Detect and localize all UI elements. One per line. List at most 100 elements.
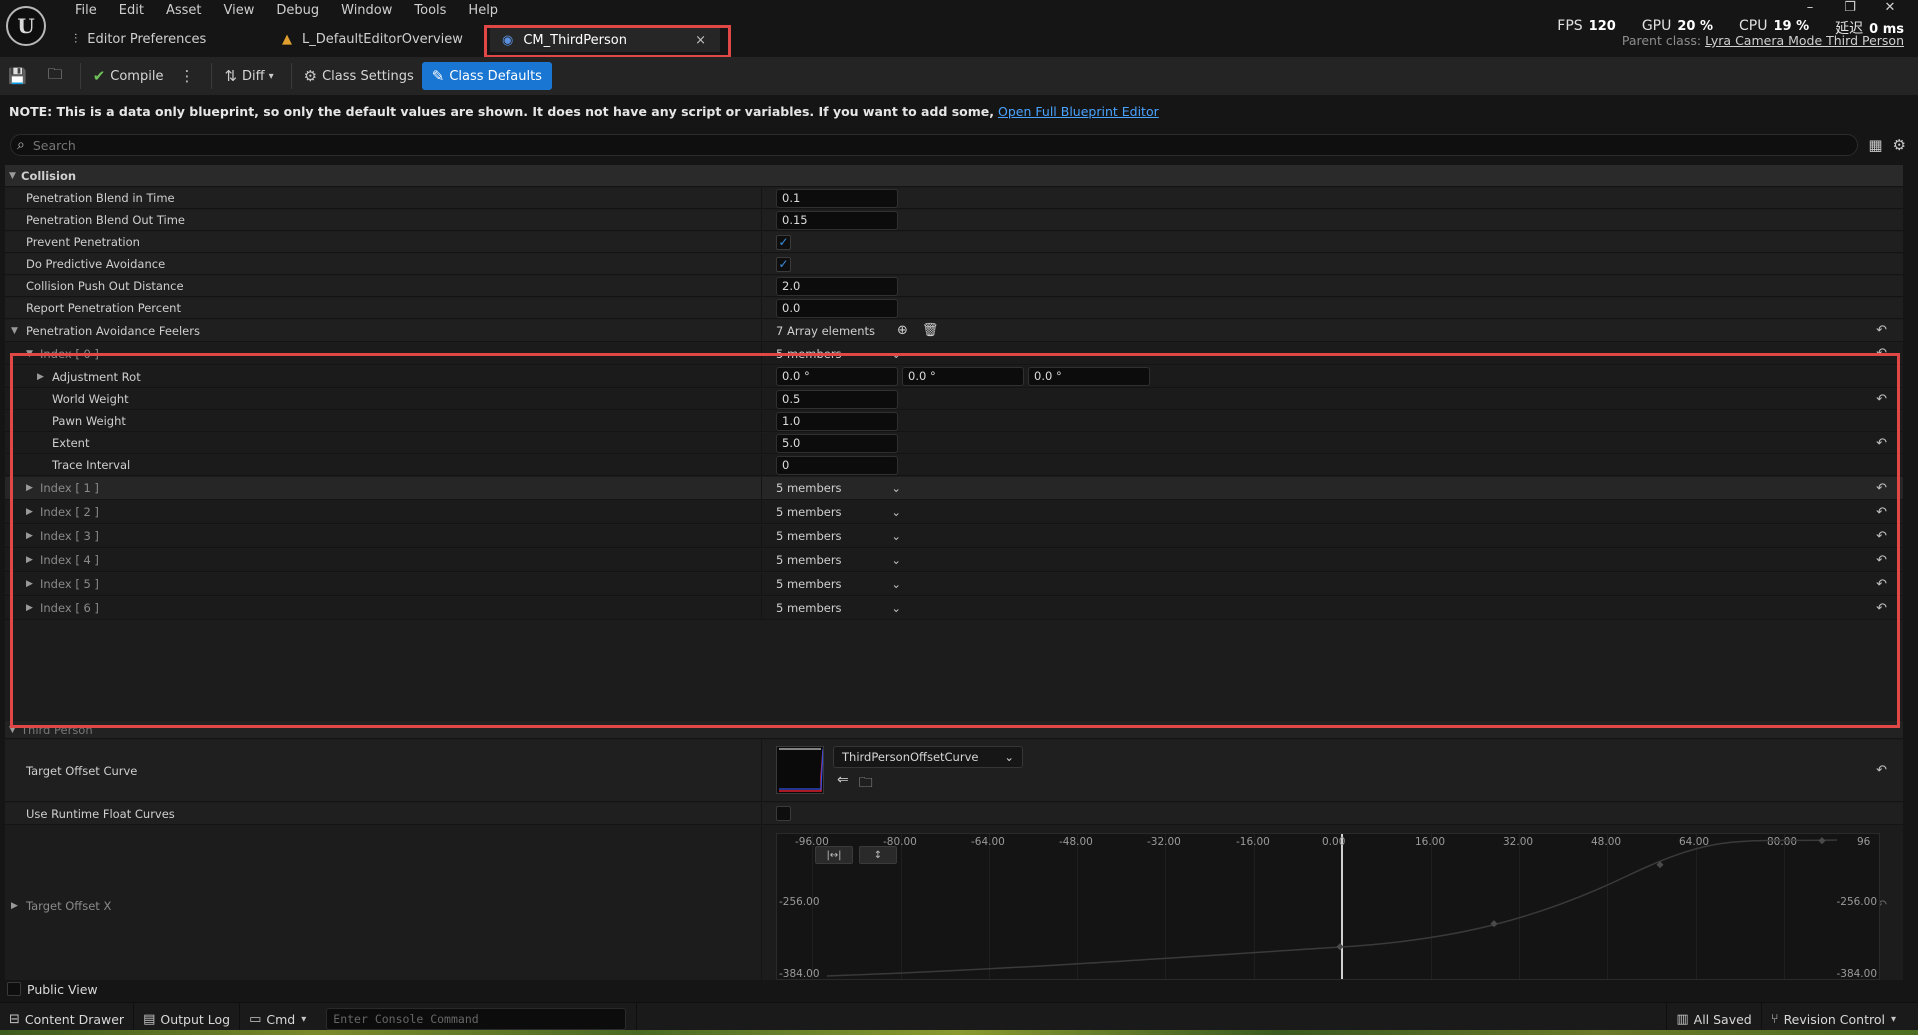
trash-icon[interactable]: 🗑 — [922, 323, 939, 338]
curve-key[interactable] — [1336, 943, 1344, 951]
reset-to-default-icon[interactable]: ↶ — [1876, 577, 1887, 592]
category-collision[interactable]: ▼ Collision — [5, 165, 1903, 187]
members-combo[interactable]: 5 members ⌄ — [776, 529, 901, 543]
curve-asset-combo[interactable]: ThirdPersonOffsetCurve ⌄ — [833, 745, 1023, 768]
reset-to-default-icon[interactable]: ↶ — [1876, 481, 1887, 496]
expand-arrow-icon[interactable]: ▶ — [11, 901, 26, 911]
class-defaults-button[interactable]: ✎ Class Defaults — [421, 62, 552, 90]
public-view-toggle[interactable]: Public View — [5, 980, 1903, 998]
open-full-editor-link[interactable]: Open Full Blueprint Editor — [998, 104, 1159, 119]
column-splitter[interactable] — [761, 366, 762, 387]
compile-options-button[interactable]: ⋮ — [171, 62, 207, 90]
predictive-avoidance-checkbox[interactable]: ✓ — [776, 256, 791, 272]
array-index-row[interactable]: ▶ Index [ 1 ] 5 members ⌄ ↶ — [5, 477, 1903, 500]
blend-out-time-field[interactable]: 0.15 — [776, 210, 898, 230]
curve-key[interactable] — [1490, 920, 1498, 928]
add-element-icon[interactable]: ⊕ — [897, 323, 908, 338]
tab-editor-preferences[interactable]: ⫶ Editor Preferences — [62, 26, 270, 52]
use-selected-icon[interactable]: ⇐ — [837, 772, 849, 796]
rot-y-field[interactable]: 0.0 ° — [902, 367, 1024, 386]
menu-help[interactable]: Help — [457, 2, 509, 19]
class-settings-button[interactable]: ⚙ Class Settings — [296, 62, 422, 90]
blend-in-time-field[interactable]: 0.1 — [776, 188, 898, 208]
unreal-logo-icon[interactable]: U — [6, 6, 46, 46]
column-splitter[interactable] — [761, 276, 762, 296]
members-combo[interactable]: 5 members ⌄ — [776, 347, 901, 361]
menu-file[interactable]: File — [64, 2, 108, 19]
category-third-person[interactable]: ▼ Third Person — [5, 721, 1903, 739]
column-splitter[interactable] — [761, 188, 762, 208]
array-index-row[interactable]: ▶ Index [ 4 ] 5 members ⌄ ↶ — [5, 549, 1903, 572]
browse-folder-icon[interactable]: 🗀 — [859, 772, 873, 796]
reset-to-default-icon[interactable]: ↶ — [1876, 505, 1887, 520]
members-combo[interactable]: 5 members ⌄ — [776, 577, 901, 591]
world-weight-field[interactable]: 0.5 — [776, 389, 898, 409]
collapse-arrow-icon[interactable]: ▼ — [11, 326, 26, 336]
array-index-row[interactable]: ▶ Index [ 5 ] 5 members ⌄ ↶ — [5, 573, 1903, 596]
collapse-arrow-icon[interactable]: ▼ — [26, 349, 40, 359]
column-splitter[interactable] — [761, 320, 762, 341]
browse-button[interactable]: 🗀 — [40, 62, 76, 90]
collapse-arrow-icon[interactable]: ▼ — [9, 171, 21, 181]
menu-debug[interactable]: Debug — [265, 2, 330, 19]
column-splitter[interactable] — [761, 455, 762, 475]
expand-arrow-icon[interactable]: ▶ — [26, 555, 40, 565]
search-input[interactable] — [32, 137, 1733, 153]
rot-z-field[interactable]: 0.0 ° — [1028, 367, 1150, 386]
expand-arrow-icon[interactable]: ▶ — [26, 603, 40, 613]
column-splitter[interactable] — [761, 549, 762, 571]
save-button[interactable]: 💾 — [0, 62, 40, 90]
minimize-icon[interactable]: – — [1790, 0, 1830, 15]
settings-gear-icon[interactable]: ⚙ — [1893, 136, 1906, 154]
column-splitter[interactable] — [761, 389, 762, 409]
array-index-row[interactable]: ▶ Index [ 3 ] 5 members ⌄ ↶ — [5, 525, 1903, 548]
expand-arrow-icon[interactable]: ▶ — [26, 507, 40, 517]
column-splitter[interactable] — [761, 232, 762, 252]
expand-arrow-icon[interactable]: ▶ — [26, 483, 40, 493]
column-splitter[interactable] — [761, 343, 762, 364]
members-combo[interactable]: 5 members ⌄ — [776, 481, 901, 495]
rot-x-field[interactable]: 0.0 ° — [776, 367, 898, 386]
reset-to-default-icon[interactable]: ↶ — [1876, 529, 1887, 544]
parent-class-link[interactable]: Lyra Camera Mode Third Person — [1705, 33, 1904, 48]
members-combo[interactable]: 5 members ⌄ — [776, 553, 901, 567]
extent-field[interactable]: 5.0 — [776, 433, 898, 453]
tab-level-overview[interactable]: ▲ L_DefaultEditorOverview — [270, 26, 490, 52]
column-splitter[interactable] — [761, 740, 762, 801]
menu-asset[interactable]: Asset — [155, 2, 213, 19]
members-combo[interactable]: 5 members ⌄ — [776, 505, 901, 519]
column-splitter[interactable] — [761, 298, 762, 318]
column-splitter[interactable] — [761, 826, 762, 980]
close-tab-icon[interactable]: × — [695, 33, 706, 48]
menu-view[interactable]: View — [213, 2, 266, 19]
reset-to-default-icon[interactable]: ↶ — [1876, 763, 1887, 778]
column-splitter[interactable] — [761, 803, 762, 824]
restore-icon[interactable]: ❐ — [1830, 0, 1870, 15]
column-splitter[interactable] — [761, 210, 762, 230]
expand-arrow-icon[interactable]: ▶ — [26, 579, 40, 589]
expand-arrow-icon[interactable]: ▶ — [26, 531, 40, 541]
column-splitter[interactable] — [761, 411, 762, 431]
column-splitter[interactable] — [761, 525, 762, 547]
close-window-icon[interactable]: ✕ — [1870, 0, 1910, 15]
expand-arrow-icon[interactable]: ▶ — [37, 372, 52, 382]
column-splitter[interactable] — [761, 501, 762, 523]
menu-edit[interactable]: Edit — [108, 2, 155, 19]
members-combo[interactable]: 5 members ⌄ — [776, 601, 901, 615]
column-splitter[interactable] — [761, 573, 762, 595]
curve-key[interactable] — [1818, 837, 1826, 845]
reset-to-default-icon[interactable]: ↶ — [1876, 392, 1887, 407]
diff-button[interactable]: ⇅ Diff ▾ — [216, 62, 286, 90]
pawn-weight-field[interactable]: 1.0 — [776, 411, 898, 431]
column-splitter[interactable] — [761, 477, 762, 499]
prevent-penetration-checkbox[interactable]: ✓ — [776, 234, 791, 250]
column-splitter[interactable] — [761, 254, 762, 274]
reset-to-default-icon[interactable]: ↶ — [1876, 553, 1887, 568]
reset-to-default-icon[interactable]: ↶ — [1876, 346, 1887, 361]
console-input[interactable]: Enter Console Command — [326, 1008, 627, 1030]
curve-thumbnail[interactable] — [776, 745, 824, 794]
trace-interval-field[interactable]: 0 — [776, 455, 898, 475]
reset-to-default-icon[interactable]: ↶ — [1876, 436, 1887, 451]
reset-to-default-icon[interactable]: ↶ — [1876, 601, 1887, 616]
table-view-icon[interactable]: ▦ — [1868, 136, 1882, 154]
